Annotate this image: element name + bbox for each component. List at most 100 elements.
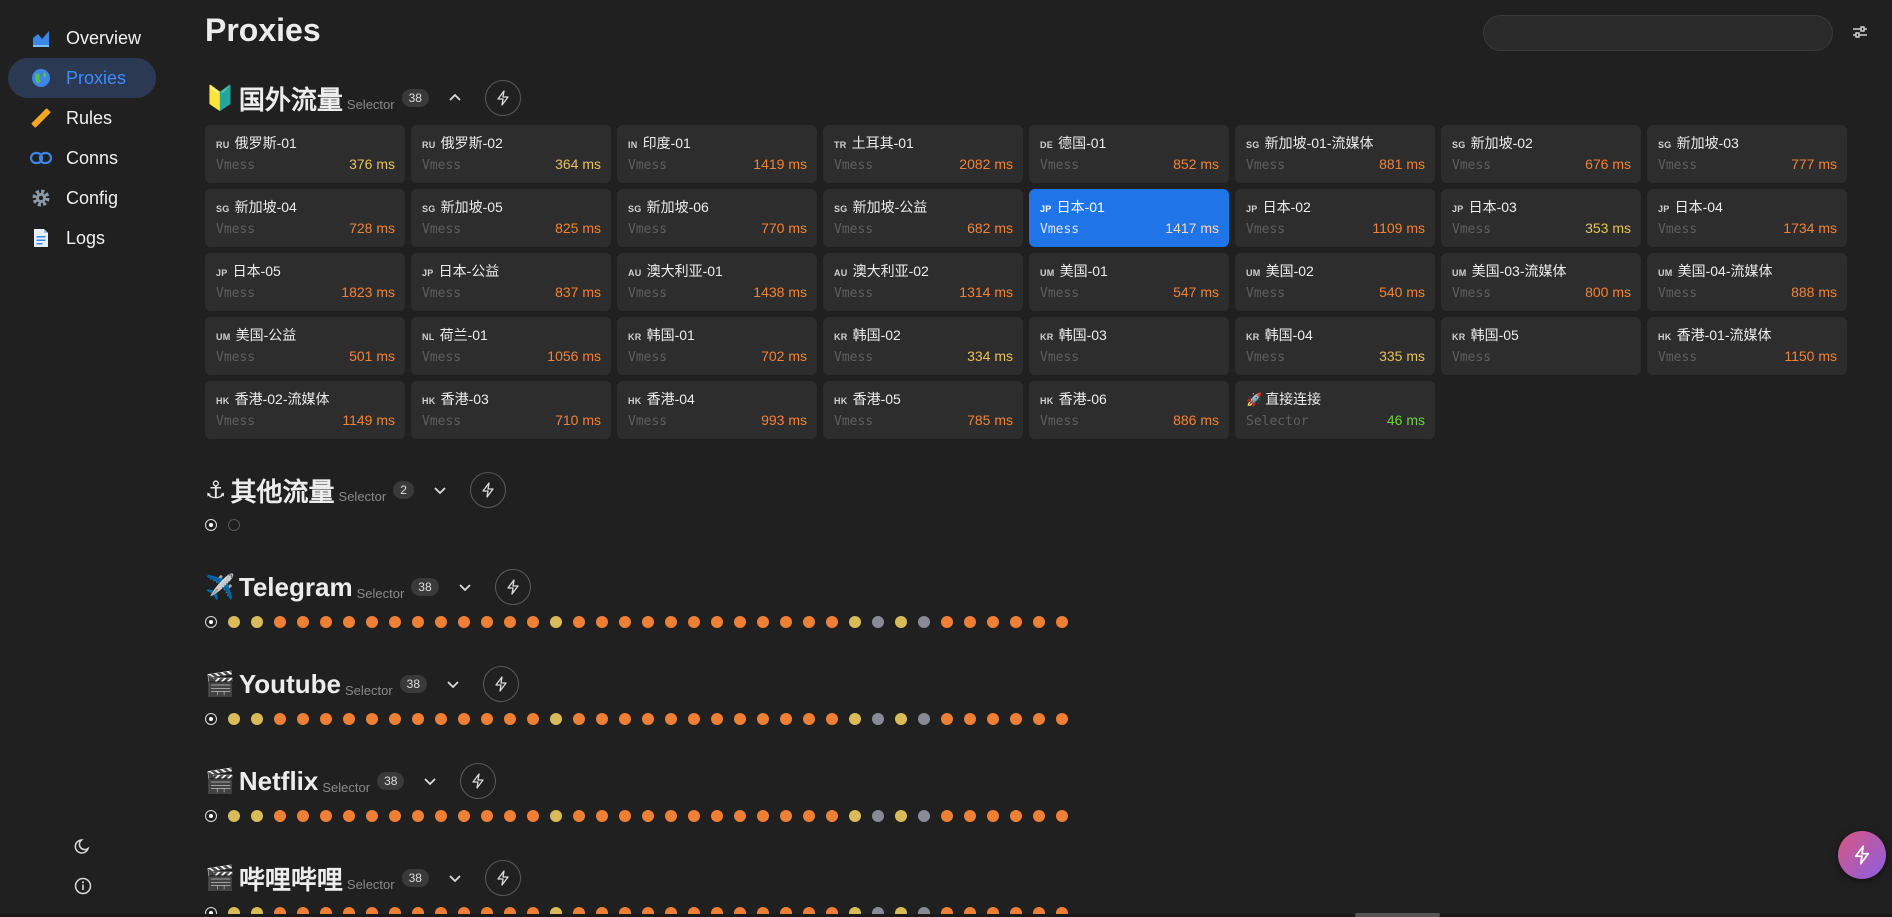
proxy-dot[interactable] [918, 713, 930, 725]
proxy-dot[interactable] [941, 713, 953, 725]
proxy-dot[interactable] [366, 616, 378, 628]
horizontal-scrollbar[interactable] [1355, 913, 1440, 917]
proxy-dot[interactable] [320, 810, 332, 822]
proxy-dot[interactable] [895, 616, 907, 628]
proxy-dot[interactable] [1033, 713, 1045, 725]
proxy-dot[interactable] [458, 616, 470, 628]
proxy-dot[interactable] [642, 713, 654, 725]
proxy-dot[interactable] [1010, 810, 1022, 822]
proxy-dot[interactable] [297, 616, 309, 628]
proxy-dot[interactable] [803, 616, 815, 628]
proxy-card[interactable]: HK 香港-03 Vmess 710 ms [411, 381, 611, 439]
proxy-dot-selected[interactable] [205, 616, 217, 628]
proxy-dot[interactable] [251, 810, 263, 822]
proxy-card[interactable]: RU 俄罗斯-01 Vmess 376 ms [205, 125, 405, 183]
proxy-dot[interactable] [481, 713, 493, 725]
proxy-card[interactable]: HK 香港-02-流媒体 Vmess 1149 ms [205, 381, 405, 439]
proxy-card[interactable]: JP 日本-公益 Vmess 837 ms [411, 253, 611, 311]
proxy-dot[interactable] [320, 616, 332, 628]
proxy-dot[interactable] [343, 616, 355, 628]
chevron-down-icon[interactable] [420, 771, 440, 791]
proxy-dot[interactable] [228, 713, 240, 725]
sidebar-item-conns[interactable]: Conns [8, 138, 156, 178]
proxy-dot-selected[interactable] [205, 810, 217, 822]
proxy-card[interactable]: JP 日本-03 Vmess 353 ms [1441, 189, 1641, 247]
proxy-dot[interactable] [297, 713, 309, 725]
proxy-dot[interactable] [481, 616, 493, 628]
proxy-card[interactable]: UM 美国-01 Vmess 547 ms [1029, 253, 1229, 311]
proxy-dot[interactable] [849, 810, 861, 822]
proxy-dot[interactable] [688, 616, 700, 628]
proxy-dot[interactable] [412, 616, 424, 628]
proxy-dot[interactable] [872, 616, 884, 628]
proxy-dot[interactable] [918, 616, 930, 628]
proxy-card[interactable]: KR 韩国-01 Vmess 702 ms [617, 317, 817, 375]
proxy-dot[interactable] [481, 810, 493, 822]
sidebar-item-config[interactable]: Config [8, 178, 156, 218]
chevron-down-icon[interactable] [455, 577, 475, 597]
proxy-card[interactable]: JP 日本-02 Vmess 1109 ms [1235, 189, 1435, 247]
proxy-dot[interactable] [550, 810, 562, 822]
proxy-dot[interactable] [504, 713, 516, 725]
chevron-down-icon[interactable] [443, 674, 463, 694]
proxy-dot[interactable] [619, 713, 631, 725]
proxy-dot[interactable] [1010, 713, 1022, 725]
sidebar-item-overview[interactable]: Overview [8, 18, 156, 58]
proxy-dot[interactable] [274, 713, 286, 725]
latency-test-button[interactable] [483, 666, 520, 702]
sidebar-item-rules[interactable]: Rules [8, 98, 156, 138]
proxy-dot[interactable] [757, 713, 769, 725]
proxy-dot[interactable] [665, 810, 677, 822]
proxy-dot[interactable] [780, 616, 792, 628]
proxy-dot[interactable] [849, 713, 861, 725]
proxy-card[interactable]: KR 韩国-02 Vmess 334 ms [823, 317, 1023, 375]
proxy-dot-selected[interactable] [205, 519, 217, 531]
proxy-card[interactable]: KR 韩国-03 Vmess [1029, 317, 1229, 375]
proxy-dot[interactable] [1056, 810, 1068, 822]
proxy-dot[interactable] [941, 616, 953, 628]
proxy-dot[interactable] [665, 616, 677, 628]
proxy-card[interactable]: DE 德国-01 Vmess 852 ms [1029, 125, 1229, 183]
proxy-dot[interactable] [872, 810, 884, 822]
proxy-dot[interactable] [527, 713, 539, 725]
proxy-dot[interactable] [803, 713, 815, 725]
proxy-card[interactable]: HK 香港-05 Vmess 785 ms [823, 381, 1023, 439]
proxy-dot[interactable] [964, 810, 976, 822]
proxy-card[interactable]: TR 土耳其-01 Vmess 2082 ms [823, 125, 1023, 183]
proxy-dot[interactable] [1056, 713, 1068, 725]
test-all-latency-button[interactable] [1838, 831, 1886, 879]
proxy-dot[interactable] [1033, 616, 1045, 628]
proxy-dot[interactable] [895, 713, 907, 725]
proxy-dot[interactable] [504, 616, 516, 628]
latency-test-button[interactable] [484, 80, 521, 116]
proxy-dot[interactable] [918, 810, 930, 822]
proxy-dot[interactable] [389, 713, 401, 725]
proxy-card[interactable]: HK 香港-06 Vmess 886 ms [1029, 381, 1229, 439]
proxy-dot[interactable] [435, 810, 447, 822]
latency-test-button[interactable] [494, 569, 531, 605]
proxy-dot[interactable] [1033, 810, 1045, 822]
proxy-card[interactable]: KR 韩国-04 Vmess 335 ms [1235, 317, 1435, 375]
latency-test-button[interactable] [469, 472, 506, 508]
proxy-dot[interactable] [596, 810, 608, 822]
proxy-dot[interactable] [297, 810, 309, 822]
proxy-dot[interactable] [251, 616, 263, 628]
proxy-dot[interactable] [1010, 616, 1022, 628]
moon-icon[interactable] [72, 835, 94, 857]
search-input[interactable] [1483, 15, 1833, 51]
proxy-dot[interactable] [389, 616, 401, 628]
proxy-dot[interactable] [1056, 616, 1068, 628]
proxy-dot[interactable] [734, 713, 746, 725]
proxy-dot[interactable] [412, 810, 424, 822]
proxy-dot[interactable] [688, 810, 700, 822]
proxy-dot[interactable] [711, 616, 723, 628]
chevron-up-icon[interactable] [445, 88, 465, 108]
proxy-card[interactable]: SG 新加坡-02 Vmess 676 ms [1441, 125, 1641, 183]
proxy-dot[interactable] [826, 713, 838, 725]
proxy-card[interactable]: UM 美国-03-流媒体 Vmess 800 ms [1441, 253, 1641, 311]
proxy-dot[interactable] [757, 810, 769, 822]
proxy-card[interactable]: JP 日本-05 Vmess 1823 ms [205, 253, 405, 311]
latency-test-button[interactable] [460, 763, 497, 799]
proxy-dot[interactable] [734, 616, 746, 628]
proxy-dot[interactable] [964, 616, 976, 628]
